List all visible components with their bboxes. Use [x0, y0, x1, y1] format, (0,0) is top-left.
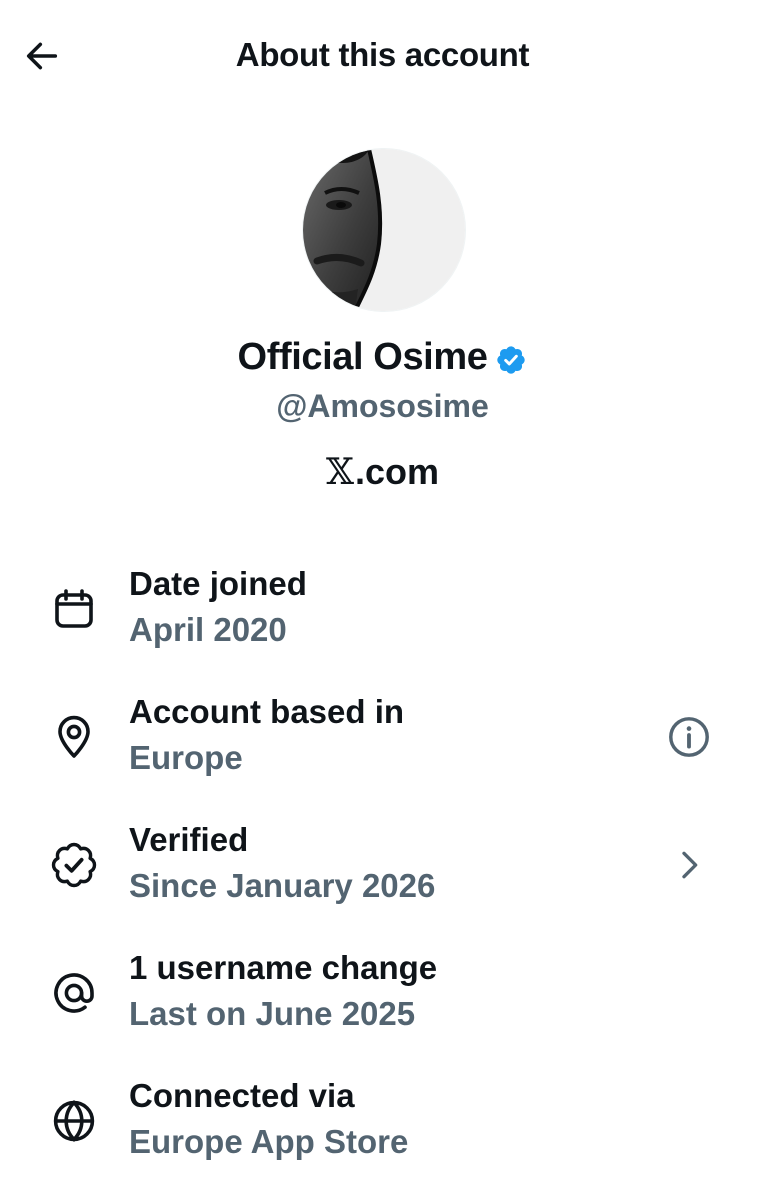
calendar-icon [55, 589, 93, 628]
display-name: Official Osime [237, 336, 488, 378]
detail-label: 1 username change [129, 949, 438, 986]
info-icon [669, 717, 709, 757]
header: About this account [0, 0, 765, 112]
info-button[interactable] [664, 712, 714, 762]
verified-chevron-button[interactable] [664, 840, 714, 890]
site-label: 𝕏.com [0, 451, 765, 493]
detail-row-username-change: 1 username change Last on June 2025 [0, 949, 765, 1059]
detail-row-date-joined: Date joined April 2020 [0, 565, 765, 675]
chevron-right-icon [682, 851, 698, 879]
detail-label: Verified [129, 821, 249, 858]
display-name-row: Official Osime [0, 336, 765, 379]
detail-row-verified[interactable]: Verified Since January 2026 [0, 821, 765, 931]
detail-label: Connected via [129, 1077, 355, 1114]
verified-outline-icon [51, 842, 97, 888]
detail-value: April 2020 [129, 611, 287, 648]
detail-row-connected-via: Connected via Europe App Store [0, 1077, 765, 1187]
detail-value: Europe [129, 739, 243, 776]
avatar [302, 148, 466, 312]
detail-label: Date joined [129, 565, 307, 602]
detail-value: Last on June 2025 [129, 995, 416, 1032]
detail-value: Since January 2026 [129, 867, 436, 904]
detail-label: Account based in [129, 693, 405, 730]
verified-badge-icon [497, 345, 526, 374]
at-sign-icon [54, 973, 94, 1013]
location-pin-icon [58, 715, 90, 758]
globe-icon [53, 1100, 95, 1142]
detail-value: Europe App Store [129, 1123, 409, 1160]
username-handle: @Amososime [276, 388, 489, 424]
x-logo-icon: 𝕏 [326, 452, 354, 493]
site-suffix: .com [354, 451, 439, 492]
detail-row-account-based-in: Account based in Europe [0, 693, 765, 803]
page-title: About this account [235, 36, 530, 73]
